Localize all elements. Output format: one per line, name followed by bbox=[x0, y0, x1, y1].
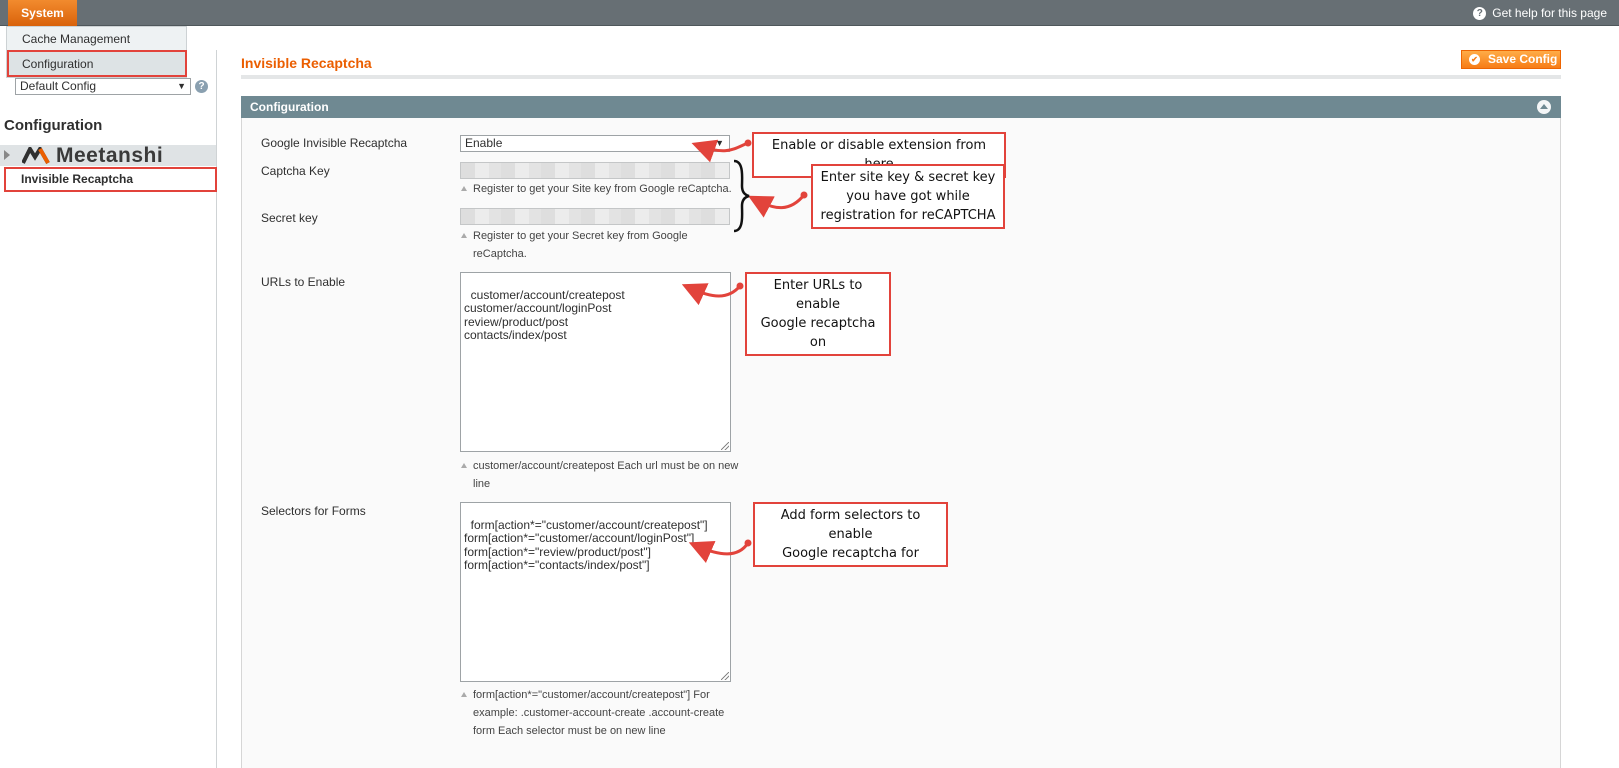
enable-select[interactable]: Enable ▼ bbox=[460, 135, 730, 152]
callout-keys-line2: you have got while bbox=[846, 189, 970, 204]
urls-note-line2: line bbox=[473, 478, 491, 490]
captcha-key-note: Register to get your Site key from Googl… bbox=[461, 180, 732, 198]
top-bar: System ? Get help for this page bbox=[0, 0, 1619, 26]
callout-selectors: Add form selectors to enable Google reca… bbox=[753, 502, 948, 567]
secret-key-input[interactable] bbox=[460, 208, 730, 225]
urls-textarea-value: customer/account/createpost customer/acc… bbox=[464, 287, 625, 342]
triangle-right-icon bbox=[4, 150, 10, 160]
selectors-note-line1: form[action*="customer/account/createpos… bbox=[473, 689, 710, 701]
selectors-textarea[interactable]: form[action*="customer/account/createpos… bbox=[460, 502, 731, 682]
secret-key-note-line1: Register to get your Secret key from Goo… bbox=[473, 230, 688, 242]
secret-key-label: Secret key bbox=[261, 211, 318, 225]
help-link-label: Get help for this page bbox=[1492, 6, 1607, 20]
callout-selectors-line2: Google recaptcha for bbox=[782, 546, 919, 561]
triangle-up-icon bbox=[461, 463, 467, 468]
secret-key-note: Register to get your Secret key from Goo… bbox=[461, 227, 688, 263]
sidebar-group-meetanshi[interactable]: Meetanshi bbox=[0, 143, 216, 167]
menu-item-cache-management[interactable]: Cache Management bbox=[7, 27, 186, 52]
meetanshi-logo-mark-icon bbox=[22, 147, 50, 164]
question-circle-icon: ? bbox=[1473, 6, 1487, 20]
callout-urls: Enter URLs to enable Google recaptcha on bbox=[745, 272, 891, 356]
section-title: Configuration bbox=[250, 100, 329, 114]
help-link[interactable]: ? Get help for this page bbox=[1473, 0, 1607, 26]
selectors-note-line3: form Each selector must be on new line bbox=[473, 725, 666, 737]
highlight-configuration-menu bbox=[7, 50, 187, 77]
resize-grip-icon[interactable] bbox=[721, 672, 729, 680]
urls-note: customer/account/createpost Each url mus… bbox=[461, 457, 738, 493]
callout-urls-line2: Google recaptcha on bbox=[760, 316, 876, 350]
caret-down-icon: ▼ bbox=[715, 138, 724, 148]
captcha-key-note-text: Register to get your Site key from Googl… bbox=[473, 183, 732, 195]
callout-keys-line3: registration for reCAPTCHA bbox=[820, 208, 996, 223]
triangle-up-icon bbox=[461, 186, 467, 191]
scope-select[interactable]: Default Config ▼ bbox=[15, 78, 191, 95]
save-config-button[interactable]: ✔ Save Config bbox=[1461, 50, 1561, 69]
caret-down-icon: ▼ bbox=[177, 81, 186, 91]
captcha-key-label: Captcha Key bbox=[261, 164, 330, 178]
callout-urls-line1: Enter URLs to enable bbox=[773, 278, 863, 312]
meetanshi-brand-text: Meetanshi bbox=[56, 143, 164, 167]
enable-label: Google Invisible Recaptcha bbox=[261, 136, 408, 150]
section-header[interactable]: Configuration bbox=[241, 96, 1561, 118]
selectors-note: form[action*="customer/account/createpos… bbox=[461, 686, 724, 740]
captcha-key-input[interactable] bbox=[460, 162, 730, 179]
callout-keys: Enter site key & secret key you have got… bbox=[811, 164, 1005, 229]
page-title: Invisible Recaptcha bbox=[241, 55, 372, 71]
highlight-invisible-recaptcha bbox=[4, 167, 217, 192]
system-menu-tab[interactable]: System bbox=[8, 0, 77, 26]
callout-keys-line1: Enter site key & secret key bbox=[820, 170, 996, 185]
title-divider bbox=[241, 75, 1561, 79]
triangle-up-icon bbox=[461, 233, 467, 238]
urls-label: URLs to Enable bbox=[261, 275, 346, 289]
selectors-textarea-value: form[action*="customer/account/createpos… bbox=[464, 517, 708, 572]
scope-select-value: Default Config bbox=[20, 79, 97, 93]
sidebar-title: Configuration bbox=[4, 117, 103, 134]
enable-select-value: Enable bbox=[465, 136, 503, 150]
callout-selectors-line1: Add form selectors to enable bbox=[780, 508, 921, 542]
resize-grip-icon[interactable] bbox=[721, 442, 729, 450]
meetanshi-logo: Meetanshi bbox=[22, 143, 164, 167]
save-config-label: Save Config bbox=[1488, 52, 1558, 66]
urls-textarea[interactable]: customer/account/createpost customer/acc… bbox=[460, 272, 731, 452]
question-circle-icon[interactable]: ? bbox=[195, 80, 208, 93]
collapse-icon[interactable] bbox=[1537, 100, 1551, 114]
secret-key-note-line2: reCaptcha. bbox=[473, 248, 527, 260]
urls-note-line1: customer/account/createpost Each url mus… bbox=[473, 460, 739, 472]
triangle-up-icon bbox=[461, 692, 467, 697]
selectors-note-line2: example: .customer-account-create .accou… bbox=[473, 707, 725, 719]
selectors-label: Selectors for Forms bbox=[261, 504, 366, 518]
checkmark-icon: ✔ bbox=[1469, 54, 1480, 65]
